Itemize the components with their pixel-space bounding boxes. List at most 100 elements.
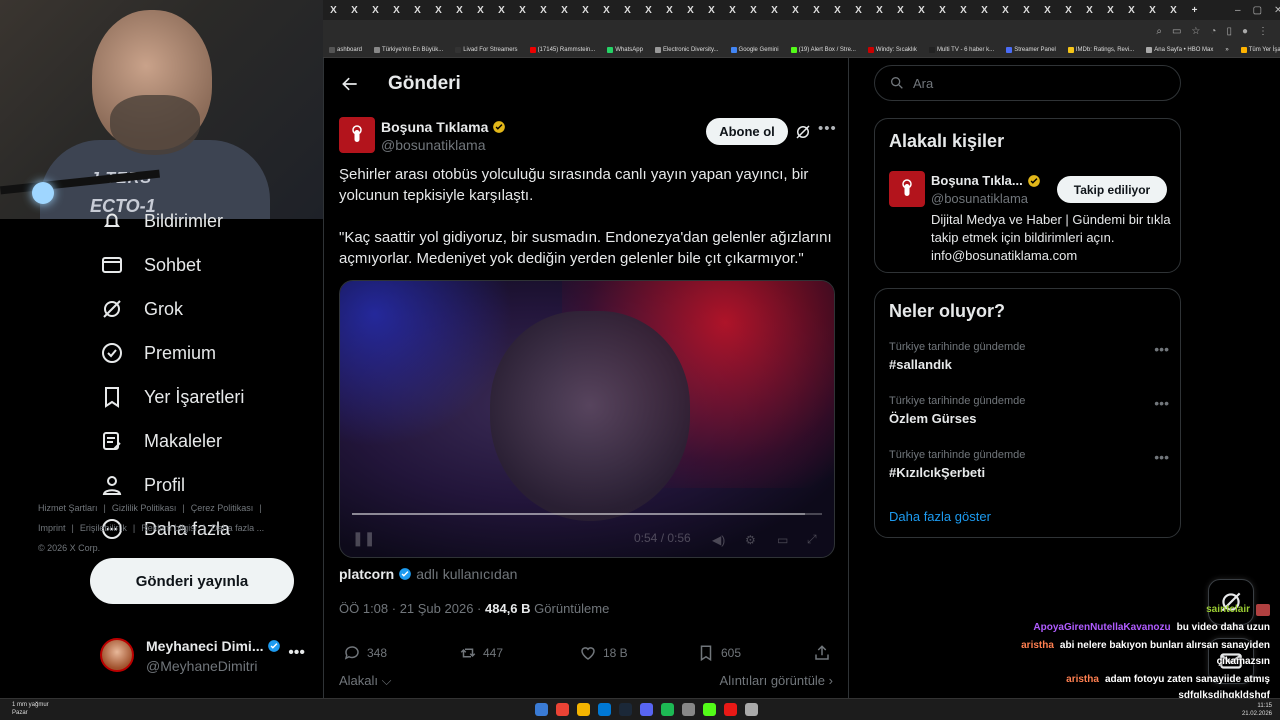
taskbar-app-icon[interactable] <box>682 703 695 716</box>
grok-explain-icon[interactable] <box>794 123 812 141</box>
taskbar-app-icon[interactable] <box>661 703 674 716</box>
browser-tab[interactable]: X <box>596 0 617 20</box>
footer-link[interactable]: Hizmet Şartları <box>38 503 98 513</box>
settings-icon[interactable]: ⚙ <box>745 533 756 547</box>
bookmark-item[interactable]: ashboard <box>323 46 368 53</box>
browser-tab[interactable]: X <box>953 0 974 20</box>
browser-tab[interactable]: X <box>1121 0 1142 20</box>
nav-item-grok[interactable]: Grok <box>100 297 183 321</box>
video-player[interactable]: ❚❚ 0:54 / 0:56 ◀) ⚙ ▭ ⤢ <box>339 280 835 558</box>
star-icon[interactable]: ☆ <box>1191 26 1200 37</box>
bookmark-item[interactable]: (19) Alert Box / Stre... <box>785 46 862 53</box>
taskbar-app-icon[interactable] <box>724 703 737 716</box>
window-controls[interactable]: – ▢ ✕ <box>1235 0 1280 20</box>
browser-tab[interactable]: X <box>785 0 806 20</box>
author-avatar[interactable] <box>339 117 375 153</box>
taskbar-app-icon[interactable] <box>619 703 632 716</box>
back-arrow-icon[interactable] <box>340 74 360 94</box>
bookmark-item[interactable]: Windy: Sıcaklık <box>862 46 923 53</box>
trend-more-button[interactable]: ••• <box>1154 341 1169 357</box>
browser-tab[interactable]: X <box>1037 0 1058 20</box>
bookmark-item[interactable]: Electronic Diversity... <box>649 46 725 53</box>
browser-tab[interactable]: X <box>890 0 911 20</box>
taskbar-app-icon[interactable] <box>535 703 548 716</box>
trend-item[interactable]: Türkiye tarihinde gündemde Özlem Gürses … <box>889 395 1169 426</box>
split-icon[interactable]: ▯ <box>1226 26 1232 37</box>
author-handle[interactable]: @bosunatiklama <box>381 137 486 153</box>
browser-tab[interactable]: X <box>911 0 932 20</box>
browser-tab[interactable]: X <box>1058 0 1079 20</box>
browser-tab[interactable]: X <box>974 0 995 20</box>
profile-icon[interactable]: ● <box>1242 26 1248 37</box>
bookmark-item[interactable]: Streamer Panel <box>1000 46 1062 53</box>
browser-tab[interactable]: X <box>533 0 554 20</box>
zoom-icon[interactable]: ⌕ <box>1156 26 1162 37</box>
browser-tab[interactable]: X <box>323 0 344 20</box>
footer-link[interactable]: Gizlilik Politikası <box>112 503 177 513</box>
bookmark-item[interactable]: (17145) Rammstein... <box>524 46 602 53</box>
browser-tab[interactable]: X <box>1163 0 1184 20</box>
weather-widget[interactable]: 1 mm yağmur Pazar <box>12 701 49 717</box>
browser-tab[interactable]: X <box>1142 0 1163 20</box>
browser-tab[interactable]: X <box>554 0 575 20</box>
video-progress-bar[interactable] <box>352 513 822 515</box>
footer-link[interactable]: Erişilebilirlik <box>80 523 127 533</box>
related-name[interactable]: Boşuna Tıkla... <box>931 173 1041 188</box>
browser-tab[interactable]: X <box>344 0 365 20</box>
taskbar-app-icon[interactable] <box>703 703 716 716</box>
taskbar-app-icon[interactable] <box>556 703 569 716</box>
like-button[interactable]: 18 B <box>579 644 628 662</box>
browser-tab[interactable]: X <box>680 0 701 20</box>
browser-tab[interactable]: X <box>764 0 785 20</box>
browser-tab[interactable]: X <box>449 0 470 20</box>
related-avatar[interactable] <box>889 171 925 207</box>
fullscreen-icon[interactable]: ⤢ <box>807 532 817 547</box>
trend-item[interactable]: Türkiye tarihinde gündemde #sallandık ••… <box>889 341 1169 372</box>
nav-item-premium[interactable]: Premium <box>100 341 216 365</box>
taskbar-app-icon[interactable] <box>577 703 590 716</box>
browser-tab[interactable]: X <box>470 0 491 20</box>
browser-tab[interactable]: X <box>365 0 386 20</box>
via-user[interactable]: platcorn <box>339 566 394 582</box>
bookmark-button[interactable]: 605 <box>697 644 741 662</box>
browser-tab[interactable]: X <box>722 0 743 20</box>
bookmark-item[interactable]: Livad For Streamers <box>449 46 523 53</box>
nav-item-chat[interactable]: Sohbet <box>100 253 201 277</box>
new-tab-button[interactable]: + <box>1184 0 1205 20</box>
browser-tab[interactable]: X <box>932 0 953 20</box>
subscribe-button[interactable]: Abone ol <box>706 118 788 145</box>
bookmark-item[interactable]: Ana Sayfa • HBO Max <box>1140 46 1219 53</box>
browser-tab[interactable]: X <box>386 0 407 20</box>
related-handle[interactable]: @bosunatiklama <box>931 191 1028 206</box>
repost-button[interactable]: 447 <box>459 644 503 662</box>
post-button[interactable]: Gönderi yayınla <box>90 558 294 604</box>
nav-item-articles[interactable]: Makaleler <box>100 429 222 453</box>
bookmark-item[interactable]: » <box>1219 47 1234 53</box>
nav-item-profile[interactable]: Profil <box>100 473 185 497</box>
address-bar[interactable]: ⌕ ▭ ☆ ◔ ▯ ● ⋮ <box>323 20 1280 42</box>
browser-tab[interactable]: X <box>848 0 869 20</box>
browser-tab[interactable]: X <box>1100 0 1121 20</box>
view-quotes-link[interactable]: Alıntıları görüntüle › <box>720 673 833 688</box>
browser-tab[interactable]: X <box>491 0 512 20</box>
menu-icon[interactable]: ⋮ <box>1258 26 1268 37</box>
trend-more-button[interactable]: ••• <box>1154 449 1169 465</box>
browser-tab[interactable]: X <box>407 0 428 20</box>
trend-more-button[interactable]: ••• <box>1154 395 1169 411</box>
pause-icon[interactable]: ❚❚ <box>352 530 375 547</box>
account-switcher[interactable]: Meyhaneci Dimi... @MeyhaneDimitri ••• <box>100 636 315 676</box>
bookmark-item[interactable]: Tüm Yer İşaretleri <box>1235 46 1280 53</box>
system-tray-clock[interactable]: 11:15 21.02.2026 <box>1242 702 1272 718</box>
footer-link[interactable]: Reklam bilgisi <box>141 523 197 533</box>
post-more-button[interactable]: ••• <box>818 120 837 137</box>
browser-tab[interactable]: X <box>995 0 1016 20</box>
account-more-button[interactable]: ••• <box>288 644 305 662</box>
volume-icon[interactable]: ◀) <box>712 533 725 547</box>
bookmark-item[interactable]: Multi TV - 6 haber k... <box>923 46 1000 53</box>
taskbar-app-icon[interactable] <box>640 703 653 716</box>
extensions-icon[interactable]: ◔ <box>1210 26 1216 37</box>
browser-tab[interactable]: X <box>701 0 722 20</box>
browser-tab[interactable]: X <box>575 0 596 20</box>
browser-tab[interactable]: X <box>428 0 449 20</box>
show-more-link[interactable]: Daha fazla göster <box>889 509 991 524</box>
